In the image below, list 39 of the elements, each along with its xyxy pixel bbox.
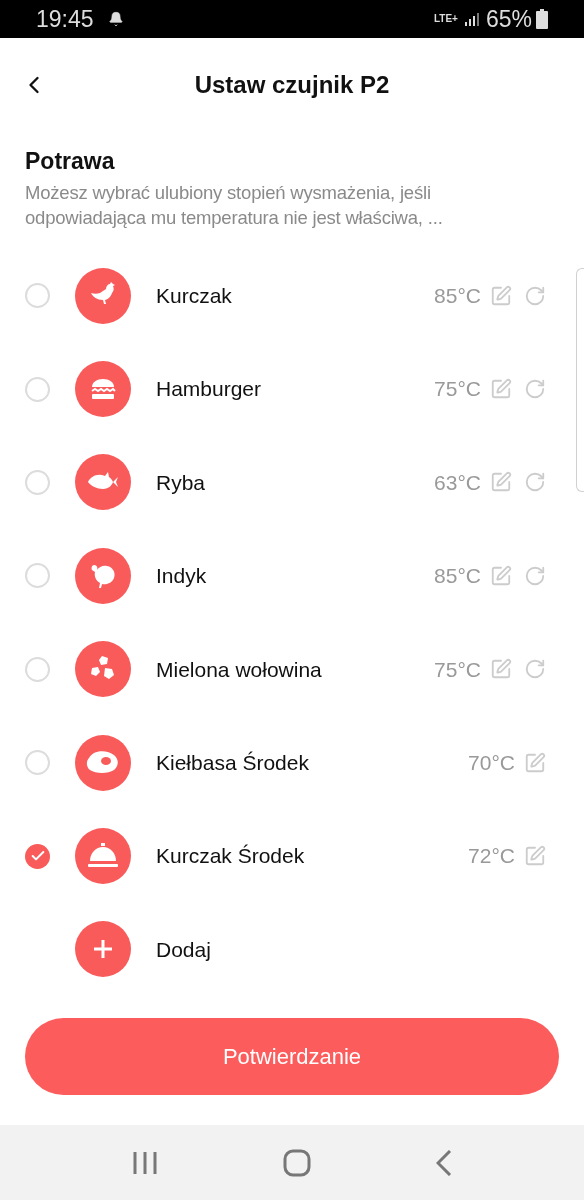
recent-apps-icon[interactable] (132, 1150, 159, 1175)
back-icon[interactable] (435, 1149, 452, 1176)
edge-panel-handle[interactable] (576, 268, 584, 492)
food-name: Hamburger (156, 376, 262, 403)
edit-button[interactable] (489, 283, 513, 308)
edit-button[interactable] (523, 750, 547, 775)
home-icon[interactable] (283, 1148, 311, 1177)
temperature-text: 70°C (468, 749, 515, 776)
temperature-text: 72°C (468, 843, 515, 870)
food-name: Mielona wołowina (156, 656, 322, 683)
radio-button[interactable] (25, 563, 50, 589)
notification-icon (107, 11, 124, 27)
temperature-text: 85°C (434, 563, 481, 590)
food-name: Kurczak Środek (156, 843, 305, 870)
radio-button[interactable] (25, 843, 50, 869)
temperature-text: 75°C (434, 376, 481, 403)
signal-icon (463, 11, 480, 27)
section-title: Potrawa (25, 147, 116, 176)
add-label[interactable]: Dodaj (156, 933, 211, 966)
food-name: Kurczak (156, 282, 232, 309)
edit-button[interactable] (489, 563, 513, 588)
radio-button[interactable] (25, 469, 50, 495)
radio-button[interactable] (25, 656, 50, 682)
battery-icon (536, 9, 548, 29)
radio-button[interactable] (25, 376, 50, 402)
temperature-text: 63°C (434, 469, 481, 496)
section-description: Możesz wybrać ulubiony stopień wysmażenia, jeśli odpowiadająca mu temperatura nie jest właściwa, ... (25, 181, 444, 230)
food-name: Kiełbasa Środek (156, 749, 309, 776)
food-name: Indyk (156, 563, 207, 590)
clock-text: 19:45 (36, 4, 94, 34)
temperature-text: 85°C (434, 282, 481, 309)
battery-text: 65% (485, 4, 532, 34)
network-text: LTE+ (433, 14, 458, 24)
temperature-text: 75°C (434, 656, 481, 683)
radio-button[interactable] (25, 750, 50, 776)
radio-button[interactable] (25, 283, 50, 309)
page-title: Ustaw czujnik P2 (194, 70, 390, 100)
food-name: Ryba (156, 469, 206, 496)
plus-icon (93, 939, 113, 960)
